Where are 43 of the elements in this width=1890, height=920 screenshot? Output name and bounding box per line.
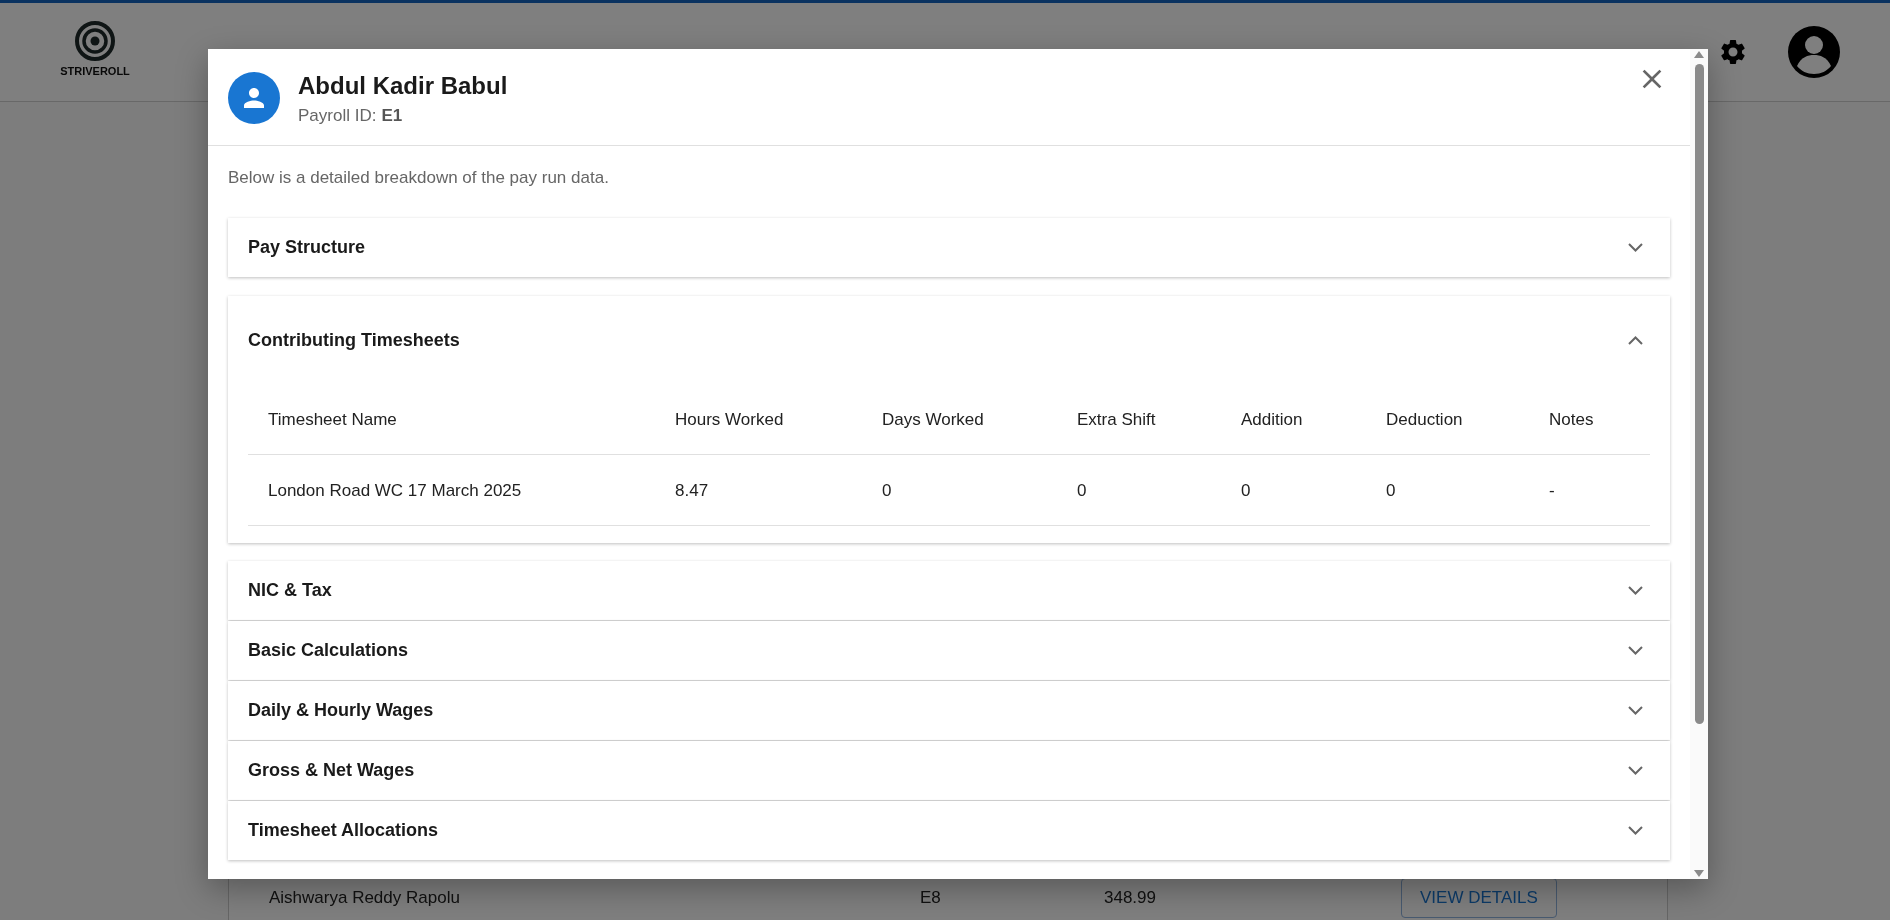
table-cell: 0 <box>1221 454 1366 526</box>
table-cell: 0 <box>862 454 1057 526</box>
column-header: Addition <box>1221 384 1366 455</box>
logo-icon <box>75 21 115 61</box>
payroll-id: E1 <box>381 106 403 126</box>
table-cell-text: Aishwarya Reddy Rapolu <box>268 888 461 908</box>
table-cell: - <box>1529 454 1650 526</box>
accordion-header[interactable]: NIC & Tax <box>228 561 1670 620</box>
table-cell: 8.47 <box>655 454 862 526</box>
accordion-header[interactable]: Gross & Net Wages <box>228 741 1670 800</box>
chevron-down-icon <box>1628 243 1643 252</box>
accordion-header[interactable]: Pay Structure <box>228 218 1670 277</box>
column-header: Timesheet Name <box>248 384 655 455</box>
table-cell: 0 <box>1057 454 1221 526</box>
settings-icon[interactable] <box>1718 37 1748 67</box>
accordion-header[interactable]: Timesheet Allocations <box>228 801 1670 860</box>
logo-text: STRIVEROLL <box>60 65 130 77</box>
scrollbar[interactable] <box>1690 49 1708 879</box>
chevron-down-icon <box>1628 766 1643 775</box>
column-header: Hours Worked <box>655 384 862 455</box>
table-cell-text: E8 <box>919 888 942 908</box>
accordion-header[interactable]: Contributing Timesheets <box>228 296 1670 384</box>
chevron-up-icon <box>1628 335 1643 345</box>
chevron-down-icon <box>1628 586 1643 595</box>
table-cell-text: 348.99 <box>1103 888 1157 908</box>
column-header: Deduction <box>1366 384 1529 455</box>
scroll-up-icon[interactable] <box>1694 51 1704 58</box>
column-header: Days Worked <box>862 384 1057 455</box>
table-cell: London Road WC 17 March 2025 <box>248 454 655 526</box>
chevron-down-icon <box>1628 826 1643 835</box>
table-cell: 0 <box>1366 454 1529 526</box>
scroll-down-icon[interactable] <box>1694 870 1704 877</box>
accordion-header[interactable]: Daily & Hourly Wages <box>228 681 1670 740</box>
column-header: Notes <box>1529 384 1650 455</box>
description-text: Below is a detailed breakdown of the pay run data. <box>228 168 610 188</box>
payroll-id-label: Payroll ID: <box>298 106 377 126</box>
account-icon[interactable] <box>1788 26 1840 78</box>
employee-name: Abdul Kadir Babul <box>298 72 508 100</box>
person-icon <box>228 72 280 124</box>
chevron-down-icon <box>1628 646 1643 655</box>
chevron-down-icon <box>1628 706 1643 715</box>
column-header: Extra Shift <box>1057 384 1221 455</box>
accordion-header[interactable]: Basic Calculations <box>228 621 1670 680</box>
